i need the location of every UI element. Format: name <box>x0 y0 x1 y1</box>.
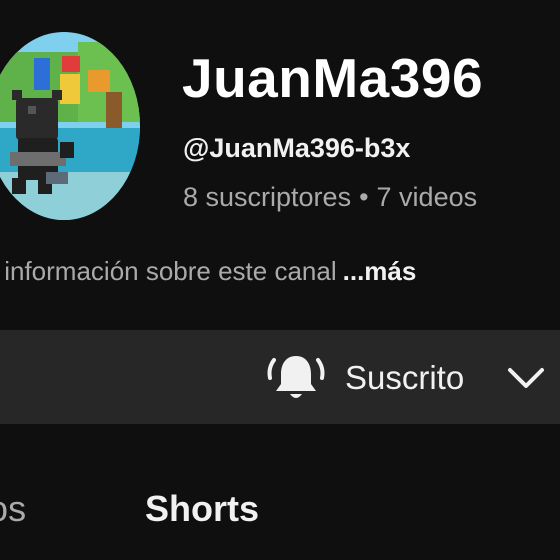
tab-videos[interactable]: deos <box>0 488 26 530</box>
video-count: 7 videos <box>376 182 478 212</box>
avatar-image <box>0 32 140 220</box>
description-text: s información sobre este canal <box>0 256 337 286</box>
chevron-down-icon[interactable] <box>506 364 546 394</box>
channel-handle: @JuanMa396-b3x <box>183 133 411 163</box>
channel-stats: 8 suscriptores • 7 videos <box>183 182 477 213</box>
more-link[interactable]: ...más <box>343 256 417 286</box>
bell-notifications-all-icon[interactable] <box>264 348 328 408</box>
tab-shorts[interactable]: Shorts <box>145 488 259 530</box>
subscribe-label: Suscrito <box>345 359 465 396</box>
channel-avatar[interactable] <box>0 32 140 220</box>
channel-page: JuanMa396 @JuanMa396-b3x 8 suscriptores •… <box>0 0 560 560</box>
channel-description[interactable]: s información sobre este canal ...más <box>0 256 416 287</box>
channel-name: JuanMa396 <box>182 47 484 109</box>
stats-separator: • <box>359 182 369 212</box>
subscriber-count: 8 suscriptores <box>183 182 352 212</box>
